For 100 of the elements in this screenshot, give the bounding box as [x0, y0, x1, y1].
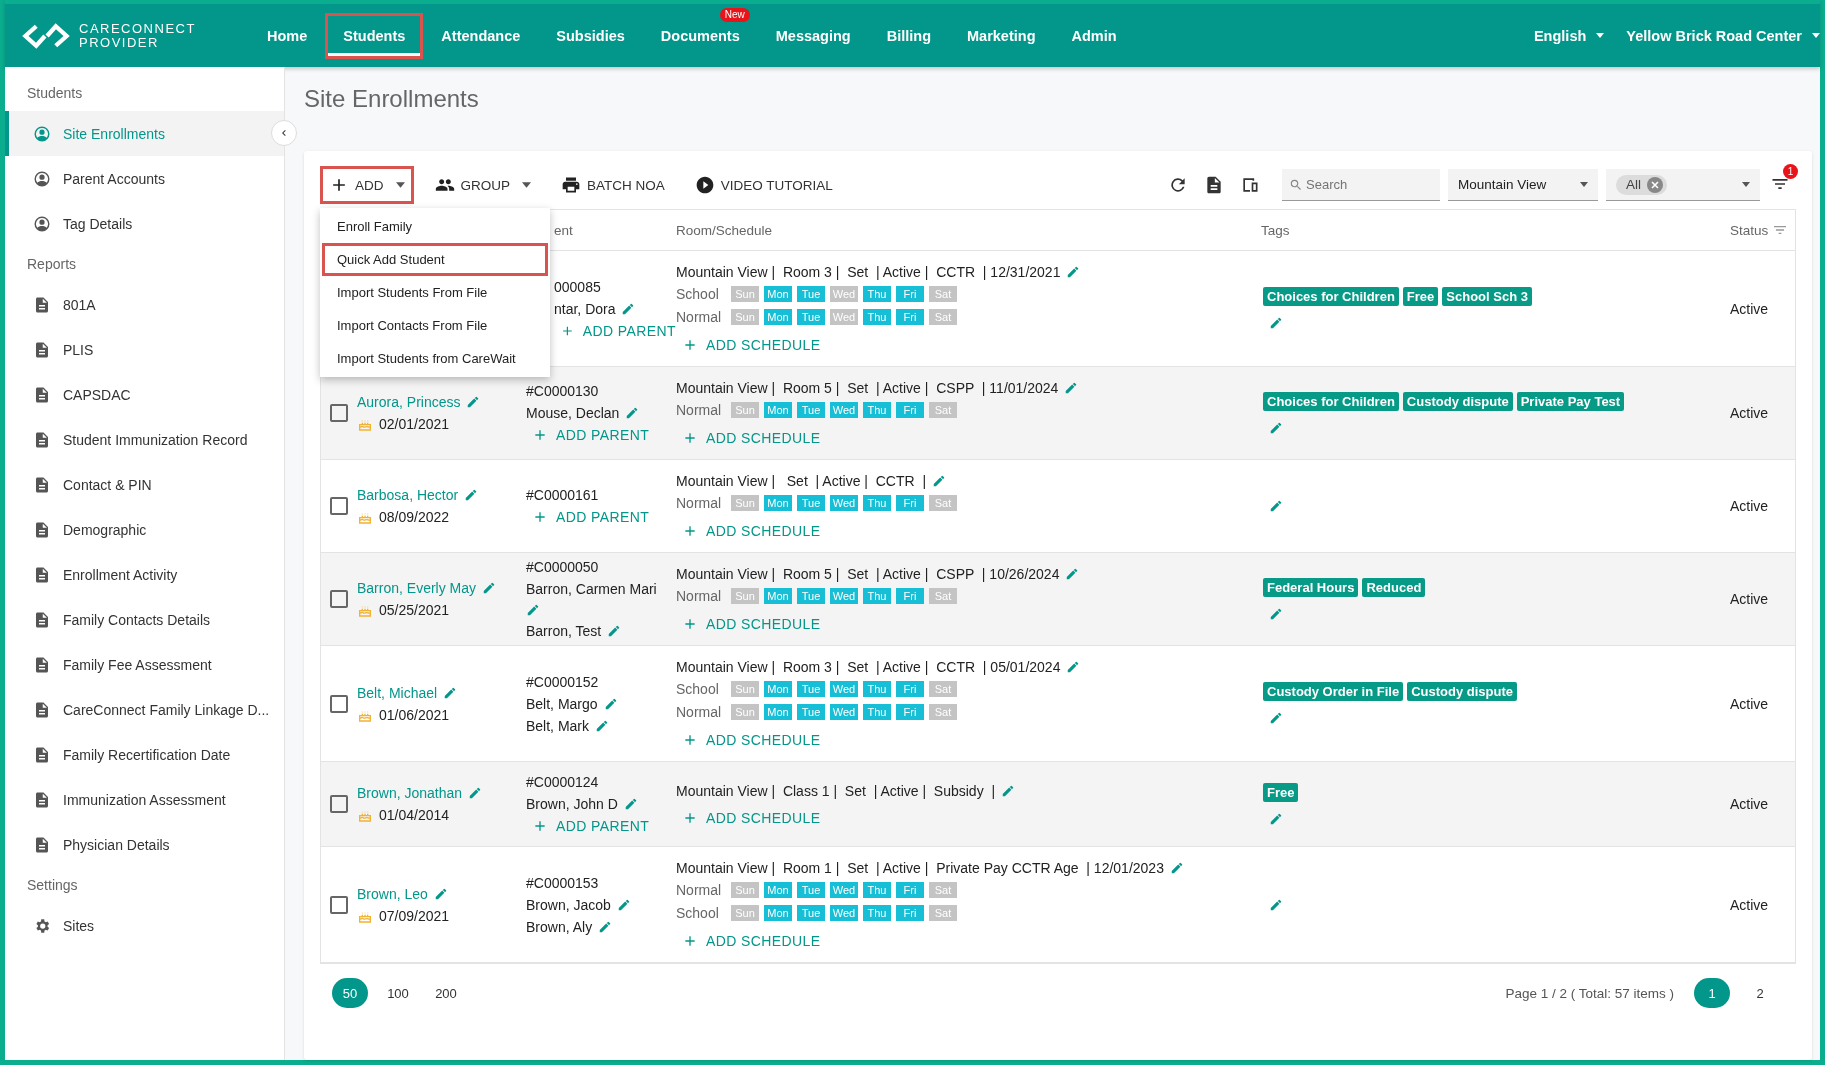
sidebar-item[interactable]: Site Enrollments [5, 111, 284, 156]
nav-tab[interactable]: Attendance [423, 22, 539, 49]
edit-icon[interactable] [1269, 606, 1283, 621]
edit-icon[interactable] [1269, 711, 1283, 725]
menu-item[interactable]: Import Contacts From File [322, 309, 548, 342]
sidebar-item[interactable]: Physician Details [5, 822, 284, 867]
edit-icon[interactable] [625, 406, 640, 420]
sidebar-item[interactable]: Family Fee Assessment [5, 642, 284, 687]
edit-icon[interactable] [1065, 567, 1080, 581]
nav-tab[interactable]: Documents [642, 22, 758, 49]
nav-tab[interactable]: Students [325, 12, 424, 59]
add-parent-link[interactable]: ADD PARENT [532, 818, 676, 834]
nav-tab[interactable]: Home [249, 22, 326, 49]
sidebar-item[interactable]: CareConnect Family Linkage D... [5, 687, 284, 732]
page-button[interactable]: 2 [1742, 978, 1778, 1008]
page-size-button[interactable]: 50 [332, 978, 368, 1008]
menu-item[interactable]: Enroll Family [322, 210, 548, 243]
sidebar-item[interactable]: Tag Details [5, 201, 284, 246]
student-name-link[interactable]: Belt, Michael [357, 684, 438, 701]
row-checkbox[interactable] [330, 694, 348, 713]
add-schedule-link[interactable]: ADD SCHEDULE [682, 337, 821, 353]
clear-icon[interactable] [1647, 176, 1663, 193]
row-checkbox[interactable] [330, 497, 348, 515]
edit-icon[interactable] [932, 474, 947, 488]
edit-icon[interactable] [1269, 811, 1283, 826]
student-name-link[interactable]: Brown, Jonathan [357, 785, 463, 801]
add-schedule-link[interactable]: ADD SCHEDULE [682, 523, 821, 539]
add-parent-link[interactable]: ADD PARENT [560, 322, 676, 339]
sidebar-item[interactable]: Family Contacts Details [5, 597, 284, 642]
toolbar-button[interactable]: ADD [320, 166, 414, 204]
add-schedule-link[interactable]: ADD SCHEDULE [682, 430, 821, 446]
sidebar-item[interactable]: Demographic [5, 507, 284, 552]
row-checkbox[interactable] [330, 795, 348, 813]
menu-item[interactable]: Import Students from CareWait [322, 342, 548, 375]
document-icon[interactable] [1204, 175, 1224, 195]
page-size-button[interactable]: 100 [380, 978, 416, 1008]
edit-icon[interactable] [433, 886, 448, 901]
edit-icon[interactable] [607, 624, 622, 638]
device-icon[interactable] [1240, 175, 1260, 195]
sidebar-item[interactable]: Enrollment Activity [5, 552, 284, 597]
page-button[interactable]: 1 [1694, 978, 1730, 1008]
edit-icon[interactable] [526, 603, 540, 617]
edit-icon[interactable] [443, 685, 458, 700]
edit-icon[interactable] [1269, 897, 1283, 912]
sidebar-item[interactable]: CAPSDAC [5, 372, 284, 417]
edit-icon[interactable] [482, 581, 497, 595]
student-name-link[interactable]: Barron, Everly May [357, 580, 477, 596]
sidebar-item[interactable]: Immunization Assessment [5, 777, 284, 822]
edit-icon[interactable] [464, 488, 479, 502]
sidebar-item[interactable]: PLIS [5, 327, 284, 372]
sidebar-item[interactable]: 801A [5, 282, 284, 327]
nav-tab[interactable]: Marketing [949, 22, 1054, 49]
edit-icon[interactable] [1269, 420, 1283, 435]
add-schedule-link[interactable]: ADD SCHEDULE [682, 809, 821, 826]
sidebar-item[interactable]: Contact & PIN [5, 462, 284, 507]
edit-icon[interactable] [466, 395, 481, 409]
toolbar-button[interactable]: BATCH NOA [552, 166, 674, 204]
edit-icon[interactable] [1064, 381, 1079, 395]
filter-select[interactable]: All [1606, 169, 1760, 201]
sidebar-item[interactable]: Sites [5, 903, 284, 948]
add-schedule-link[interactable]: ADD SCHEDULE [682, 616, 821, 632]
student-name-link[interactable]: Aurora, Princess [357, 394, 461, 410]
edit-icon[interactable] [1169, 861, 1184, 875]
menu-item[interactable]: Quick Add Student [322, 243, 548, 276]
edit-icon[interactable] [621, 301, 636, 316]
row-checkbox[interactable] [330, 404, 348, 422]
page-size-button[interactable]: 200 [428, 978, 464, 1008]
row-checkbox[interactable] [330, 895, 348, 914]
edit-icon[interactable] [595, 718, 609, 733]
add-parent-link[interactable]: ADD PARENT [532, 427, 676, 443]
edit-icon[interactable] [1066, 660, 1081, 674]
student-name-link[interactable]: Brown, Leo [357, 885, 428, 902]
edit-icon[interactable] [1269, 316, 1283, 330]
header-dropdown[interactable]: English [1533, 27, 1605, 44]
edit-icon[interactable] [603, 696, 618, 711]
edit-icon[interactable] [598, 919, 613, 934]
edit-icon[interactable] [1001, 783, 1016, 798]
edit-icon[interactable] [468, 786, 483, 800]
site-select[interactable]: Mountain View [1448, 169, 1598, 201]
nav-tab[interactable]: Admin [1053, 22, 1135, 49]
add-schedule-link[interactable]: ADD SCHEDULE [682, 933, 821, 949]
nav-tab[interactable]: Messaging [757, 22, 869, 49]
toolbar-button[interactable]: VIDEO TUTORIAL [685, 166, 842, 204]
toolbar-button[interactable]: GROUP [425, 166, 541, 204]
sidebar-item[interactable]: Student Immunization Record [5, 417, 284, 462]
add-schedule-link[interactable]: ADD SCHEDULE [682, 732, 821, 748]
add-parent-link[interactable]: ADD PARENT [532, 509, 676, 525]
nav-tab[interactable]: Subsidies [538, 22, 643, 49]
edit-icon[interactable] [1269, 499, 1283, 513]
sidebar-item[interactable]: Family Recertification Date [5, 732, 284, 777]
edit-icon[interactable] [616, 897, 631, 912]
menu-item[interactable]: Import Students From File [322, 276, 548, 309]
header-dropdown[interactable]: Yellow Brick Road Center [1626, 27, 1820, 44]
edit-icon[interactable] [1066, 265, 1081, 279]
sidebar-item[interactable]: Parent Accounts [5, 156, 284, 201]
search-field[interactable]: Search [1282, 169, 1440, 201]
student-name-link[interactable]: Barbosa, Hector [357, 487, 459, 503]
refresh-icon[interactable] [1168, 175, 1188, 195]
nav-tab[interactable]: Billing [868, 22, 949, 49]
edit-icon[interactable] [623, 797, 638, 811]
